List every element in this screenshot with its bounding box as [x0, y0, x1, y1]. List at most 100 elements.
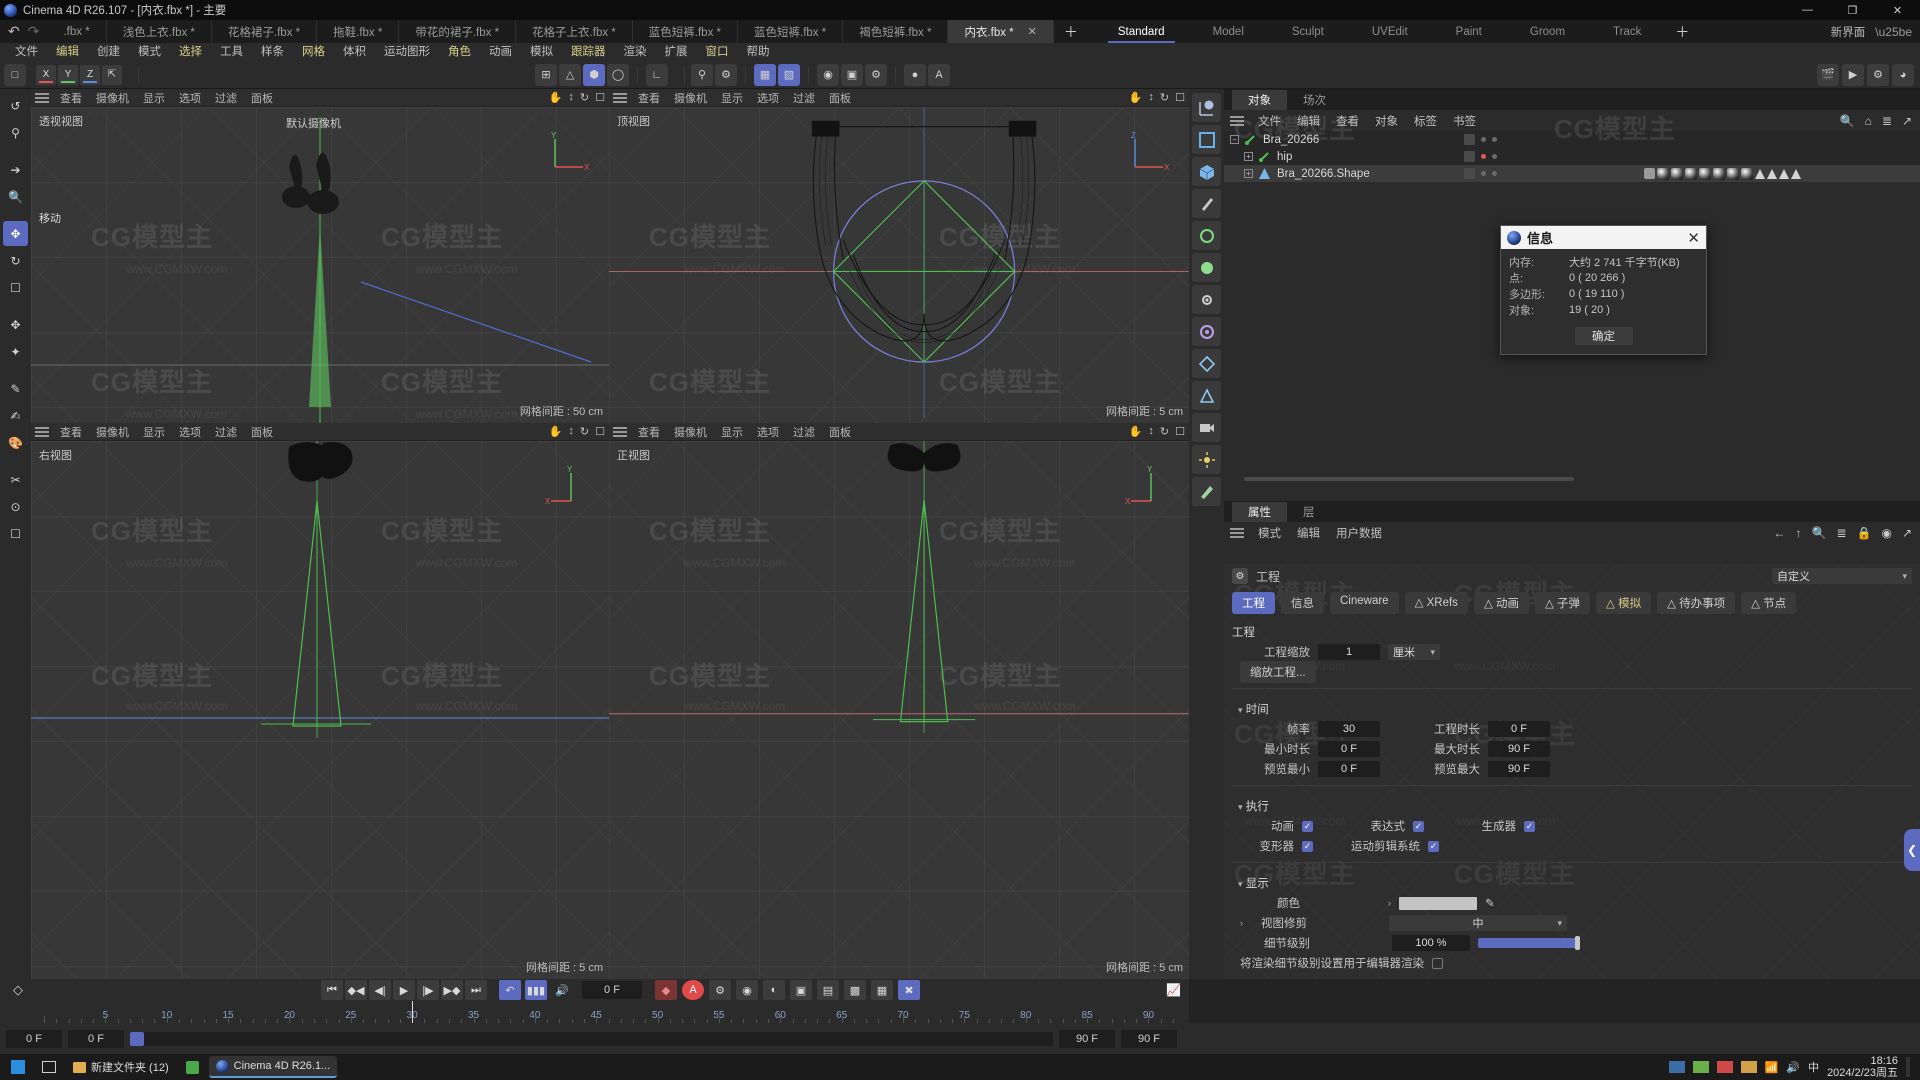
- orbit-icon-top[interactable]: ↻: [1160, 91, 1169, 104]
- live-selection-icon[interactable]: □: [4, 63, 26, 86]
- vp-menu-filter[interactable]: 过滤: [208, 90, 244, 106]
- am-menu-edit[interactable]: 编辑: [1289, 525, 1328, 541]
- network-icon[interactable]: 📶: [1765, 1061, 1779, 1074]
- maximize-viewport-icon[interactable]: ☐: [595, 91, 605, 104]
- exec-checkbox[interactable]: ✓: [1302, 840, 1313, 852]
- param-key-icon[interactable]: ▤: [817, 980, 839, 1000]
- menu-item-10[interactable]: 角色: [439, 43, 480, 61]
- menu-item-17[interactable]: 帮助: [738, 43, 779, 61]
- om-menu-edit[interactable]: 编辑: [1289, 113, 1328, 129]
- menu-item-11[interactable]: 动画: [480, 43, 521, 61]
- auto-keyframe-icon[interactable]: ✖: [898, 980, 920, 1000]
- transport-button-6[interactable]: ⏭: [465, 980, 487, 1000]
- attribute-pill-子弹[interactable]: △ 子弹: [1534, 592, 1591, 614]
- attribute-pill-待办事项[interactable]: △ 待办事项: [1657, 592, 1736, 614]
- object-tree-scrollbar[interactable]: [1224, 477, 1920, 483]
- paint-tool-icon[interactable]: 🎨: [3, 430, 28, 455]
- render-lod-checkbox[interactable]: [1432, 957, 1443, 969]
- file-tab-6[interactable]: 蓝色短裤.fbx *: [633, 20, 738, 43]
- material-tag-icon[interactable]: [1727, 167, 1739, 180]
- polygon-tool-icon[interactable]: [1192, 381, 1221, 410]
- cube-object-icon[interactable]: [1192, 157, 1221, 186]
- vp-menu-view[interactable]: 查看: [53, 90, 89, 106]
- layout-tab-model[interactable]: Model: [1189, 20, 1268, 43]
- mograph-icon[interactable]: [1192, 317, 1221, 346]
- vp2-menu-options[interactable]: 选项: [172, 424, 208, 440]
- vp2-menu-filter[interactable]: 过滤: [208, 424, 244, 440]
- om-menu-object[interactable]: 对象: [1367, 113, 1406, 129]
- move-tool-icon[interactable]: ✥: [3, 221, 28, 246]
- file-tab-4[interactable]: 带花的裙子.fbx *: [399, 20, 517, 43]
- tree-expander-icon[interactable]: +: [1244, 169, 1253, 178]
- keyframe-mode-icon[interactable]: ▮▮▮: [525, 980, 547, 1000]
- material-tag-icon[interactable]: [1657, 167, 1669, 180]
- object-tree[interactable]: − Bra_20266 + hip + Bra_20266.Shape: [1224, 131, 1920, 182]
- info-dialog-close-icon[interactable]: ✕: [1687, 229, 1700, 247]
- attribute-pill-工程[interactable]: 工程: [1232, 592, 1275, 614]
- menu-item-14[interactable]: 渲染: [615, 43, 656, 61]
- attribute-manager-tab-1[interactable]: 层: [1287, 502, 1331, 522]
- enable-dot-bottom[interactable]: [1492, 171, 1497, 176]
- spline-object-icon[interactable]: [1192, 125, 1221, 154]
- menu-item-7[interactable]: 网格: [293, 43, 334, 61]
- snap-settings-icon[interactable]: ⚙: [715, 63, 737, 86]
- dolly-icon-top[interactable]: ↕: [1148, 91, 1154, 104]
- collapse-icon-time[interactable]: ▾: [1238, 705, 1243, 715]
- dolly-icon-front[interactable]: ↕: [1148, 425, 1154, 438]
- transport-button-1[interactable]: ◆◀: [345, 980, 367, 1000]
- attribute-pill-节点[interactable]: △ 节点: [1741, 592, 1797, 614]
- filter-icon[interactable]: ≣: [1882, 114, 1892, 128]
- object-manager-tab-1[interactable]: 场次: [1287, 90, 1342, 110]
- add-tab-button[interactable]: ＋: [1054, 20, 1088, 43]
- viewport-menu-icon-right[interactable]: [35, 426, 49, 437]
- axis-x-button[interactable]: X: [36, 64, 56, 85]
- object-manager-burger-icon[interactable]: [1230, 115, 1244, 126]
- axis-mode-icon[interactable]: ∟: [646, 63, 668, 86]
- visibility-toggle-icon[interactable]: [1464, 168, 1475, 179]
- viewport-right[interactable]: 查看 摄像机 显示 选项 过滤 面板 ✋ ↕ ↻ ☐ CG模型主 CG模型主: [31, 423, 609, 979]
- menu-item-15[interactable]: 扩展: [656, 43, 697, 61]
- object-tree-row[interactable]: + hip: [1224, 148, 1920, 165]
- dolly-icon[interactable]: ↕: [568, 91, 574, 104]
- grid-snap-icon[interactable]: ▦: [754, 63, 776, 86]
- rotation-key-icon[interactable]: ◐: [763, 980, 785, 1000]
- render-settings2-icon[interactable]: ⚙: [1867, 63, 1889, 86]
- expand-clip-icon[interactable]: ›: [1240, 918, 1243, 928]
- layout-tab-groom[interactable]: Groom: [1506, 20, 1589, 43]
- viewport-menu-icon[interactable]: [35, 92, 49, 103]
- tray-icon-1[interactable]: [1668, 1061, 1685, 1073]
- frame-preview-end-field[interactable]: 90 F: [1121, 1029, 1177, 1048]
- vp2-menu-display[interactable]: 显示: [136, 424, 172, 440]
- viewport-front[interactable]: 查看 摄像机 显示 选项 过滤 面板 ✋ ↕ ↻ ☐ CG模型主 CG模型主: [609, 423, 1189, 979]
- vp1-menu-display[interactable]: 显示: [714, 90, 750, 106]
- file-tab-5[interactable]: 花格子上衣.fbx *: [516, 20, 633, 43]
- lod-value[interactable]: 100 %: [1392, 935, 1470, 951]
- volume-icon-tray[interactable]: 🔊: [1786, 1061, 1800, 1074]
- weld-tool-icon[interactable]: ⊙: [3, 494, 28, 519]
- frame-range-slider[interactable]: [130, 1031, 1053, 1046]
- content-browser-icon[interactable]: ◕: [1892, 63, 1914, 86]
- text-tool-icon[interactable]: A: [928, 63, 950, 86]
- start-button[interactable]: [4, 1056, 32, 1078]
- layout-tab-paint[interactable]: Paint: [1432, 20, 1506, 43]
- exec-checkbox[interactable]: ✓: [1524, 820, 1535, 832]
- pan-icon[interactable]: ✋: [549, 91, 563, 104]
- taskbar-item-app[interactable]: [179, 1056, 206, 1078]
- deformer-icon[interactable]: [1192, 221, 1221, 250]
- vp-menu-panel[interactable]: 面板: [244, 90, 280, 106]
- om-menu-file[interactable]: 文件: [1250, 113, 1289, 129]
- visibility-toggle-icon[interactable]: [1464, 134, 1475, 145]
- menu-item-4[interactable]: 选择: [170, 43, 211, 61]
- attribute-manager-tab-0[interactable]: 属性: [1232, 502, 1287, 522]
- material-icon[interactable]: ●: [904, 63, 926, 86]
- magnet-icon[interactable]: ⚲: [691, 63, 713, 86]
- vp-menu-options[interactable]: 选项: [172, 90, 208, 106]
- collapse-icon-exec[interactable]: ▾: [1238, 802, 1243, 812]
- extrude-tool-icon[interactable]: ☐: [3, 521, 28, 546]
- object-tree-row[interactable]: − Bra_20266: [1224, 131, 1920, 148]
- viewport-menu-icon-top[interactable]: [613, 92, 627, 103]
- color-swatch[interactable]: [1399, 896, 1477, 910]
- axis-y-button[interactable]: Y: [58, 64, 78, 85]
- record-icon[interactable]: ◆: [655, 980, 677, 1000]
- vp1-menu-options[interactable]: 选项: [750, 90, 786, 106]
